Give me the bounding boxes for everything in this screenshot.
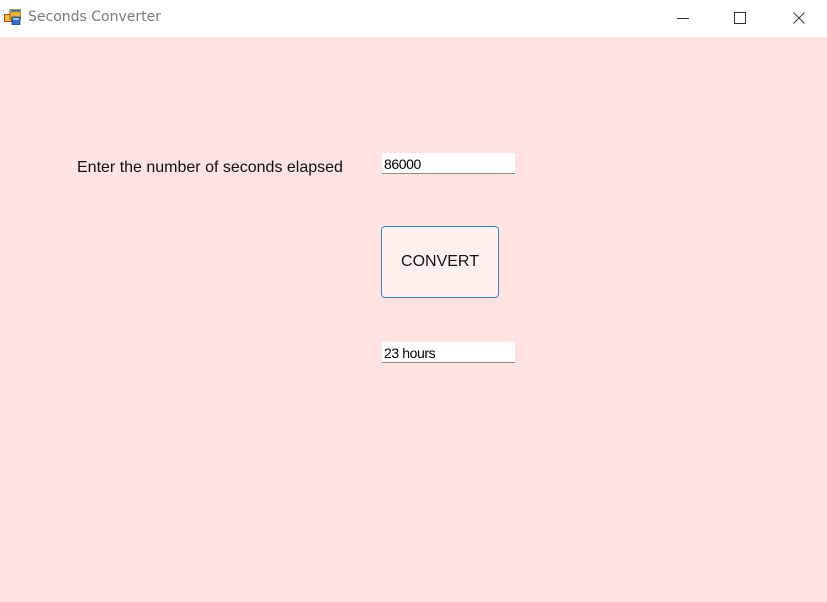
window-title: Seconds Converter xyxy=(28,9,161,25)
maximize-icon xyxy=(734,12,746,24)
seconds-input[interactable] xyxy=(382,153,515,174)
app-window: Seconds Converter Enter the number of se… xyxy=(0,0,827,602)
minimize-button[interactable] xyxy=(655,0,711,36)
close-button[interactable] xyxy=(771,0,827,36)
form-client-area: Enter the number of seconds elapsed CONV… xyxy=(0,37,827,602)
close-icon xyxy=(793,12,805,24)
app-icon xyxy=(4,9,21,25)
maximize-button[interactable] xyxy=(712,0,768,36)
result-field[interactable] xyxy=(382,342,515,363)
seconds-prompt-label: Enter the number of seconds elapsed xyxy=(77,159,343,176)
convert-button[interactable]: CONVERT xyxy=(381,226,499,298)
title-bar[interactable]: Seconds Converter xyxy=(0,0,827,37)
minimize-icon xyxy=(677,18,689,19)
